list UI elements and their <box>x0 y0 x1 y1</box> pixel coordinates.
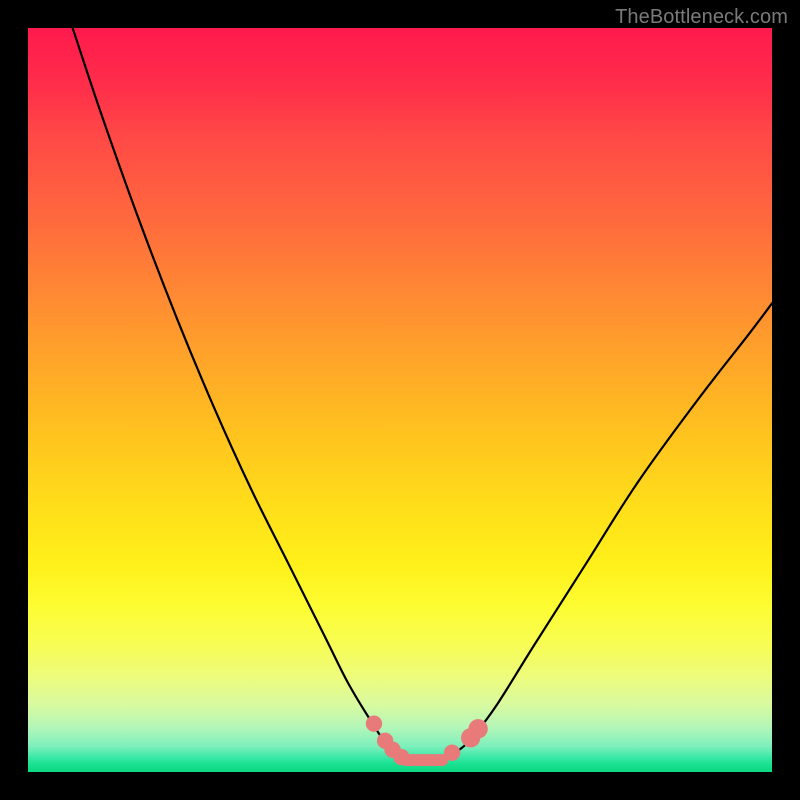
chart-stage: TheBottleneck.com <box>0 0 800 800</box>
highlight-dot <box>366 715 382 731</box>
highlight-dot <box>393 749 409 765</box>
plot-area <box>28 28 772 772</box>
highlight-dot <box>468 719 487 738</box>
watermark-text: TheBottleneck.com <box>615 6 788 29</box>
highlight-dot <box>444 744 460 760</box>
curve-layer <box>28 28 772 772</box>
curve-path <box>73 28 772 761</box>
highlight-markers <box>366 715 488 766</box>
bottleneck-curve <box>73 28 772 761</box>
